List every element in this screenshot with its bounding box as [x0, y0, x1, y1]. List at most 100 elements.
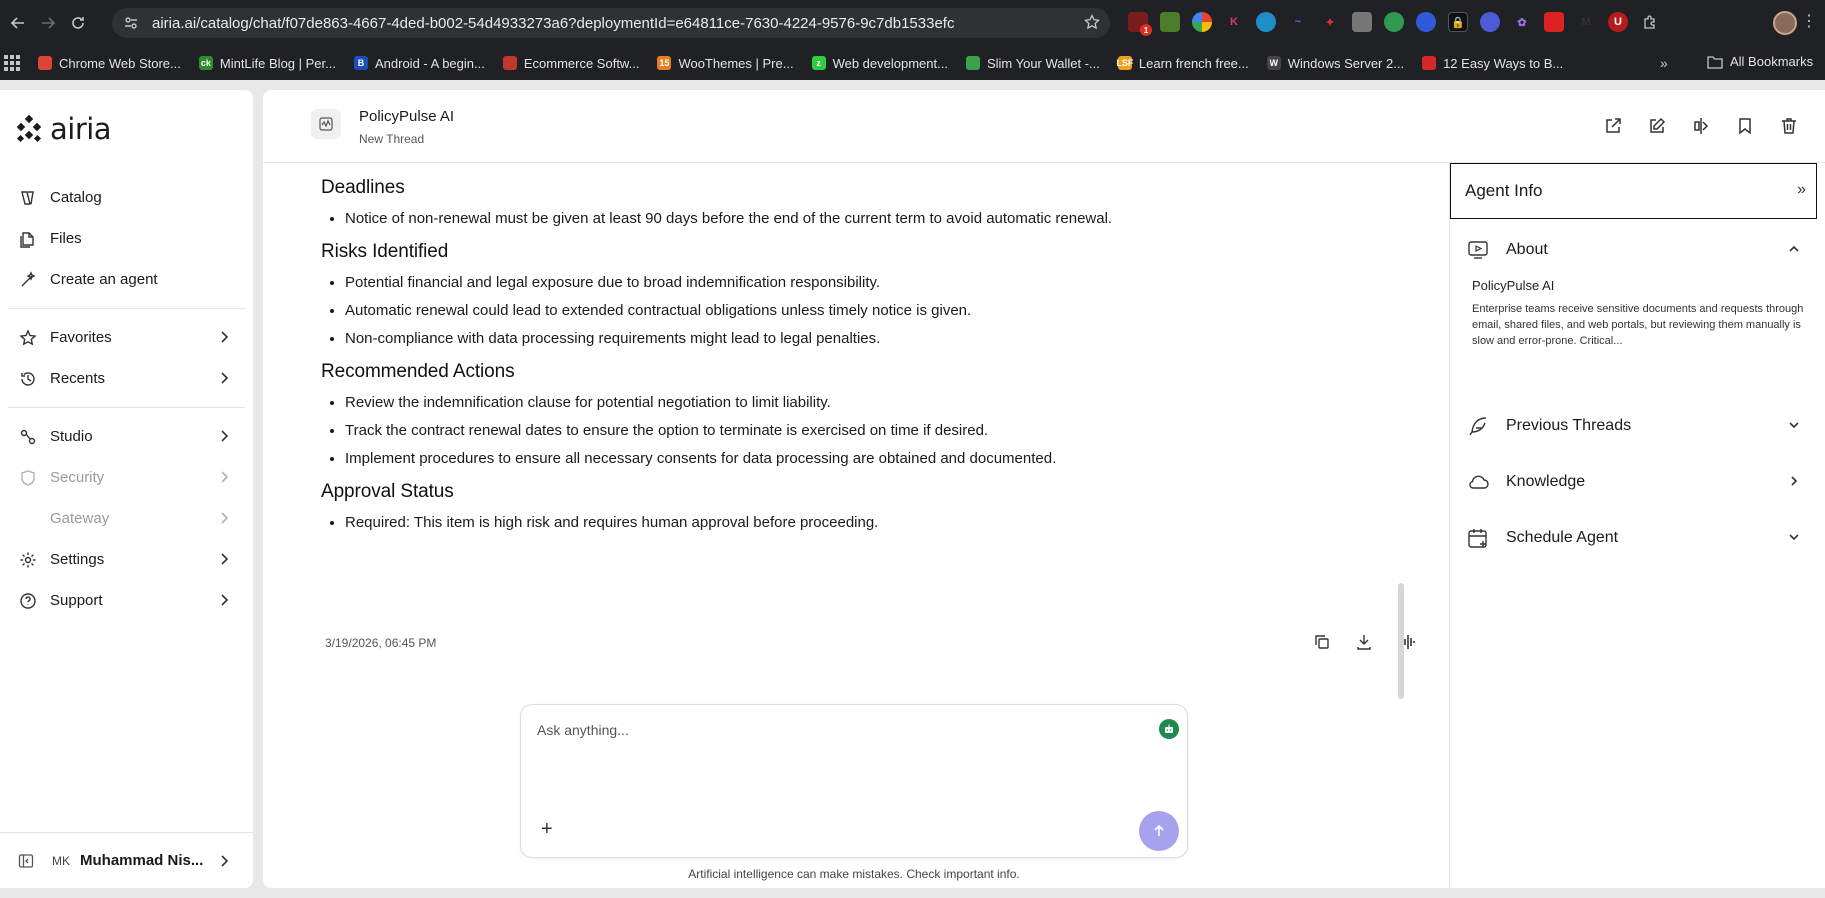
section-previous-threads[interactable]: Previous Threads — [1450, 402, 1817, 450]
section-about[interactable]: About — [1450, 226, 1817, 274]
extension-icon[interactable]: M — [1576, 12, 1596, 32]
sidebar-item-gateway[interactable]: Gateway — [0, 498, 253, 539]
extension-icon[interactable] — [1416, 12, 1436, 32]
extension-icon[interactable] — [1384, 12, 1404, 32]
open-external-icon[interactable] — [1603, 116, 1623, 136]
puzzle-icon[interactable] — [1640, 12, 1660, 32]
site-settings-icon[interactable] — [122, 14, 140, 32]
profile-avatar[interactable] — [1773, 11, 1797, 35]
trash-icon[interactable] — [1779, 116, 1799, 136]
bookmark-item[interactable]: B Android - A begin... — [353, 55, 485, 71]
kebab-menu-icon[interactable]: ⋮ — [1801, 14, 1817, 30]
studio-icon — [18, 427, 38, 447]
reload-icon[interactable] — [66, 11, 90, 35]
list-item: Review the indemnification clause for po… — [345, 391, 1221, 415]
list-item: Required: This item is high risk and req… — [345, 511, 1221, 535]
extension-icon[interactable]: ✦ — [1320, 12, 1340, 32]
sidebar: airia Catalog Files Create an agent Favo… — [0, 90, 253, 888]
sidebar-item-security[interactable]: Security — [0, 457, 253, 498]
user-menu[interactable]: MK Muhammad Nis... — [0, 832, 253, 888]
extension-icon[interactable] — [1160, 12, 1180, 32]
extension-icon[interactable]: U — [1608, 12, 1628, 32]
bookmark-item[interactable]: ck MintLife Blog | Per... — [198, 55, 336, 71]
collapse-panel-icon[interactable]: » — [1797, 181, 1806, 199]
chevron-down-icon — [1787, 418, 1801, 432]
bookmark-item[interactable]: Ecommerce Softw... — [502, 56, 639, 71]
address-bar[interactable]: airia.ai/catalog/chat/f07de863-4667-4ded… — [112, 8, 1110, 38]
extension-icon[interactable] — [1192, 12, 1212, 32]
sidebar-item-files[interactable]: Files — [0, 218, 253, 259]
sidebar-item-favorites[interactable]: Favorites — [0, 317, 253, 358]
chevron-right-icon — [219, 371, 229, 385]
scrollbar[interactable] — [1398, 583, 1404, 699]
bookmark-item[interactable]: 15 WooThemes | Pre... — [657, 56, 794, 71]
chat-input[interactable]: Ask anything... — [537, 722, 629, 738]
compare-icon[interactable] — [1691, 116, 1711, 136]
edit-icon[interactable] — [1647, 116, 1667, 136]
bookmark-item[interactable]: W Windows Server 2... — [1266, 56, 1404, 71]
sidebar-item-support[interactable]: Support — [0, 580, 253, 621]
sidebar-item-label: Favorites — [50, 329, 112, 346]
send-button[interactable] — [1139, 811, 1179, 851]
bookmark-label: Android - A begin... — [374, 55, 485, 71]
bookmark-item[interactable]: Chrome Web Store... — [38, 56, 181, 71]
bookmark-favicon-icon — [965, 56, 980, 70]
chat-composer[interactable]: Ask anything... + — [520, 704, 1188, 858]
bookmark-item[interactable]: LSF Learn french free... — [1116, 56, 1248, 71]
sidebar-item-label: Create an agent — [50, 271, 158, 288]
assistant-message: Deadlines Notice of non-renewal must be … — [321, 177, 1221, 539]
sidebar-item-studio[interactable]: Studio — [0, 416, 253, 457]
bookmark-item[interactable]: z Web development... — [811, 55, 948, 71]
browser-toolbar: airia.ai/catalog/chat/f07de863-4667-4ded… — [0, 0, 1825, 46]
bookmark-label: 12 Easy Ways to B... — [1443, 55, 1564, 71]
bot-icon[interactable] — [1159, 719, 1179, 739]
extension-icon[interactable] — [1480, 12, 1500, 32]
back-icon[interactable] — [6, 11, 30, 35]
collapse-sidebar-icon[interactable] — [18, 853, 34, 869]
section-knowledge[interactable]: Knowledge — [1450, 458, 1817, 506]
forward-icon[interactable] — [36, 11, 60, 35]
section-label: About — [1506, 241, 1548, 258]
chat-header: PolicyPulse AI New Thread — [263, 90, 1825, 163]
apps-grid-icon[interactable] — [4, 55, 20, 71]
bookmark-item[interactable]: Slim Your Wallet -... — [965, 56, 1100, 71]
more-bookmarks-icon[interactable]: » — [1660, 55, 1668, 71]
recents-icon — [18, 369, 38, 389]
section-schedule-agent[interactable]: Schedule Agent — [1450, 514, 1817, 562]
favorites-icon — [18, 328, 38, 348]
chevron-up-icon — [1787, 242, 1801, 256]
sidebar-item-create-agent[interactable]: Create an agent — [0, 259, 253, 300]
extension-icon[interactable]: ✿ — [1512, 12, 1532, 32]
download-icon[interactable] — [1355, 633, 1373, 651]
add-attachment-button[interactable]: + — [541, 818, 553, 841]
extension-icon[interactable]: 🔒 — [1448, 12, 1468, 32]
airia-logo[interactable]: airia — [14, 112, 112, 146]
extension-icon[interactable] — [1544, 12, 1564, 32]
chevron-right-icon — [1787, 474, 1801, 488]
extension-icon[interactable]: ~ — [1288, 12, 1308, 32]
bookmark-label: Web development... — [832, 55, 948, 71]
extension-icon[interactable] — [1256, 12, 1276, 32]
help-circle-icon — [18, 591, 38, 611]
copy-icon[interactable] — [1313, 633, 1331, 651]
bookmark-favicon-icon: LSF — [1116, 56, 1134, 70]
url-text[interactable]: airia.ai/catalog/chat/f07de863-4667-4ded… — [152, 15, 954, 32]
bookmark-icon[interactable] — [1735, 116, 1755, 136]
extension-icon[interactable]: K — [1224, 12, 1244, 32]
sidebar-item-recents[interactable]: Recents — [0, 358, 253, 399]
sidebar-item-label: Catalog — [50, 189, 102, 206]
sidebar-item-catalog[interactable]: Catalog — [0, 177, 253, 218]
all-bookmarks-button[interactable]: All Bookmarks — [1707, 54, 1813, 69]
extension-icon[interactable] — [1352, 12, 1372, 32]
bookmark-label: MintLife Blog | Per... — [219, 55, 336, 71]
calendar-plus-icon — [1466, 526, 1490, 550]
agent-info-panel: Agent Info » About PolicyPulse AI Enterp… — [1449, 163, 1825, 888]
sidebar-nav: Catalog Files Create an agent Favorites … — [0, 177, 253, 621]
sidebar-item-settings[interactable]: Settings — [0, 539, 253, 580]
bookmark-item[interactable]: 12 Easy Ways to B... — [1422, 56, 1563, 71]
extension-icon[interactable]: 1 — [1128, 12, 1152, 36]
chevron-right-icon — [219, 470, 229, 484]
gateway-icon — [18, 509, 38, 529]
bookmark-star-icon[interactable] — [1084, 14, 1100, 30]
list-item: Implement procedures to ensure all neces… — [345, 447, 1221, 471]
